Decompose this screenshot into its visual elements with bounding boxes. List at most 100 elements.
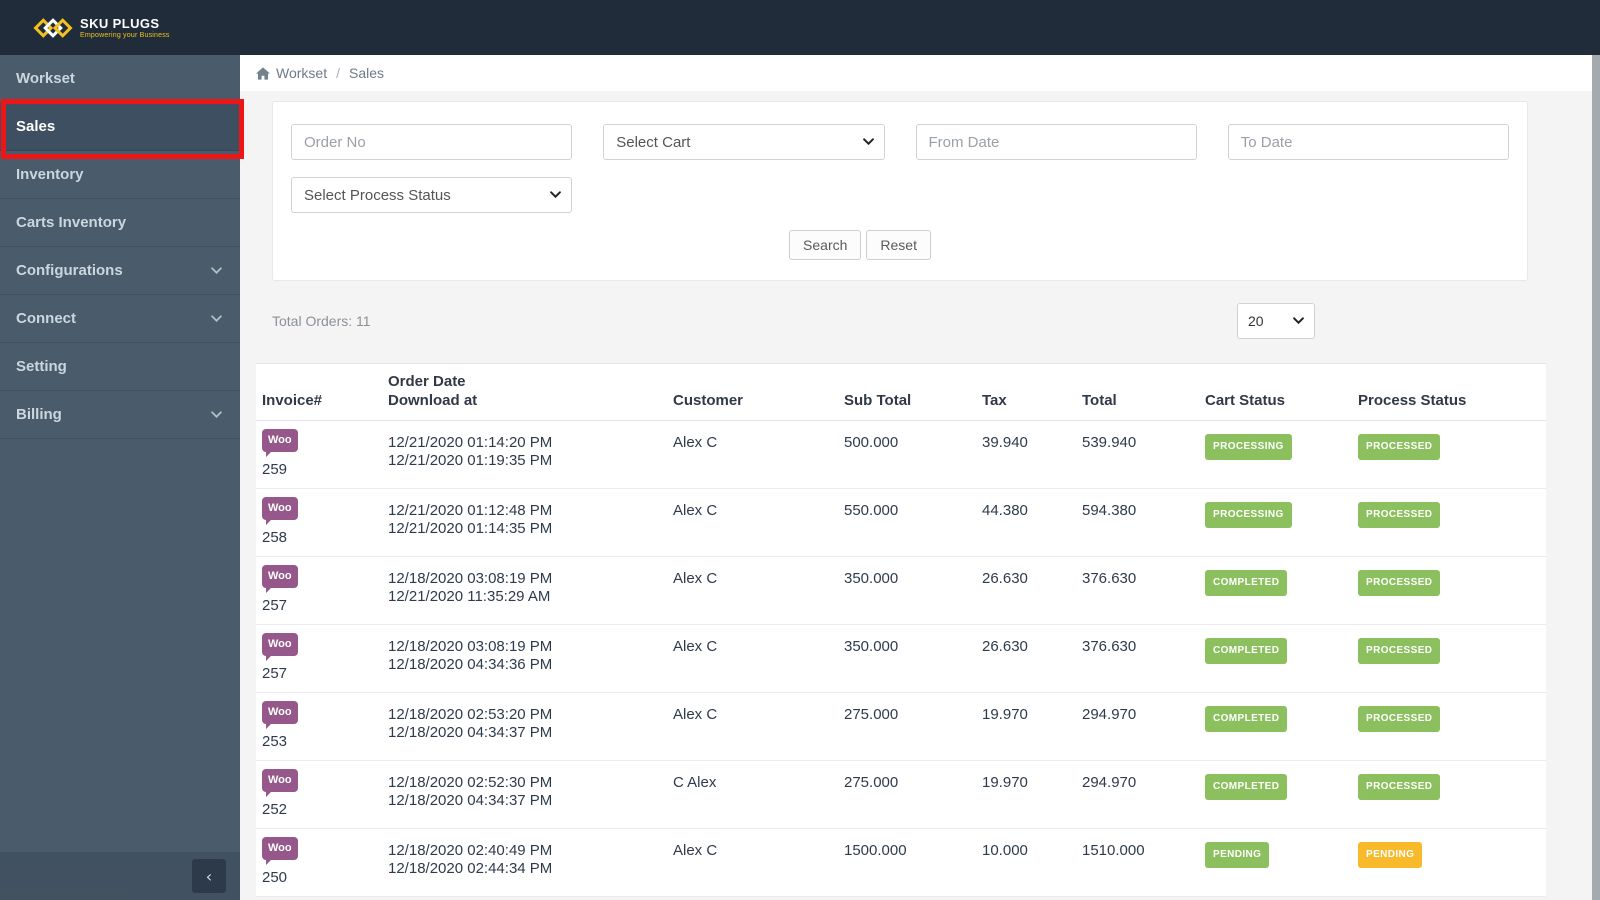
tax-value: 10.000 bbox=[982, 842, 1028, 859]
sub-total-value: 350.000 bbox=[844, 570, 899, 587]
sidebar-collapse-button[interactable]: ‹ bbox=[192, 859, 226, 893]
tax-value: 19.970 bbox=[982, 706, 1028, 723]
summary-row: Total Orders: 11 20 bbox=[272, 303, 1546, 339]
customer-name: Alex C bbox=[673, 502, 718, 519]
sidebar-item-workset[interactable]: Workset bbox=[0, 55, 240, 103]
sidebar-item-sales[interactable]: Sales bbox=[0, 103, 240, 151]
orders-table: Invoice# Order Date Download at Customer… bbox=[256, 363, 1546, 897]
page-size-select-wrap: 20 bbox=[1237, 303, 1315, 339]
from-date-input[interactable] bbox=[915, 124, 1197, 160]
invoice-number: 250 bbox=[262, 869, 288, 886]
process-status-badge: PROCESSED bbox=[1358, 706, 1441, 732]
header-process-status: Process Status bbox=[1358, 392, 1467, 409]
breadcrumb-separator: / bbox=[336, 65, 340, 81]
sub-total-value: 275.000 bbox=[844, 774, 899, 791]
cart-select[interactable]: Select Cart bbox=[603, 124, 885, 160]
header-cart-status: Cart Status bbox=[1205, 392, 1286, 409]
total-value: 539.940 bbox=[1082, 434, 1137, 451]
sidebar-item-label: Inventory bbox=[16, 166, 84, 183]
header-customer: Customer bbox=[673, 392, 744, 409]
chevron-down-icon bbox=[211, 315, 222, 322]
order-date: 12/18/2020 02:52:30 PM bbox=[388, 774, 553, 791]
table-row: Woo 252 12/18/2020 02:52:30 PM 12/18/202… bbox=[256, 761, 1546, 829]
table-row: Woo 250 12/18/2020 02:40:49 PM 12/18/202… bbox=[256, 829, 1546, 897]
download-date: 12/21/2020 11:35:29 AM bbox=[388, 588, 551, 605]
sub-total-value: 1500.000 bbox=[844, 842, 907, 859]
sidebar-item-label: Billing bbox=[16, 406, 62, 423]
total-value: 376.630 bbox=[1082, 638, 1137, 655]
total-value: 294.970 bbox=[1082, 706, 1137, 723]
cart-status-badge: PROCESSING bbox=[1205, 502, 1292, 528]
table-row: Woo 257 12/18/2020 03:08:19 PM 12/18/202… bbox=[256, 625, 1546, 693]
tax-value: 44.380 bbox=[982, 502, 1028, 519]
reset-button[interactable]: Reset bbox=[866, 230, 931, 260]
tax-value: 26.630 bbox=[982, 570, 1028, 587]
woocommerce-badge: Woo bbox=[262, 701, 298, 729]
process-status-select[interactable]: Select Process Status bbox=[291, 177, 573, 213]
cart-status-badge: COMPLETED bbox=[1205, 706, 1288, 732]
filter-panel: Select Cart Select Process Status Search bbox=[272, 101, 1528, 281]
search-button[interactable]: Search bbox=[789, 230, 862, 260]
tax-value: 26.630 bbox=[982, 638, 1028, 655]
invoice-number: 258 bbox=[262, 529, 288, 546]
order-date: 12/18/2020 02:53:20 PM bbox=[388, 706, 553, 723]
total-value: 376.630 bbox=[1082, 570, 1137, 587]
sidebar-item-label: Sales bbox=[16, 118, 56, 135]
table-row: Woo 257 12/18/2020 03:08:19 PM 12/21/202… bbox=[256, 557, 1546, 625]
sidebar-item-label: Carts Inventory bbox=[16, 214, 127, 231]
customer-name: Alex C bbox=[673, 842, 718, 859]
tax-value: 19.970 bbox=[982, 774, 1028, 791]
total-value: 594.380 bbox=[1082, 502, 1137, 519]
sidebar-nav: Workset Sales Inventory Carts Inventory … bbox=[0, 55, 240, 439]
page-size-select[interactable]: 20 bbox=[1237, 303, 1315, 339]
sidebar-item-carts-inventory[interactable]: Carts Inventory bbox=[0, 199, 240, 247]
header-sub-total: Sub Total bbox=[844, 392, 912, 409]
download-date: 12/21/2020 01:19:35 PM bbox=[388, 452, 553, 469]
cart-status-badge: PROCESSING bbox=[1205, 434, 1292, 460]
brand-logo[interactable]: SKU PLUGS Empowering your Business bbox=[33, 14, 170, 42]
breadcrumb-section[interactable]: Workset bbox=[276, 65, 327, 81]
sidebar: Workset Sales Inventory Carts Inventory … bbox=[0, 55, 240, 900]
sidebar-item-label: Configurations bbox=[16, 262, 123, 279]
sidebar-item-billing[interactable]: Billing bbox=[0, 391, 240, 439]
process-status-select-wrap: Select Process Status bbox=[291, 177, 573, 213]
header-tax: Tax bbox=[982, 392, 1007, 409]
breadcrumb: Workset / Sales bbox=[240, 55, 1600, 91]
sidebar-item-inventory[interactable]: Inventory bbox=[0, 151, 240, 199]
invoice-number: 253 bbox=[262, 733, 288, 750]
total-value: 294.970 bbox=[1082, 774, 1137, 791]
process-status-badge: PENDING bbox=[1358, 842, 1423, 868]
orders-table-header: Invoice# Order Date Download at Customer… bbox=[256, 364, 1546, 421]
order-date: 12/18/2020 02:40:49 PM bbox=[388, 842, 553, 859]
invoice-number: 252 bbox=[262, 801, 288, 818]
customer-name: Alex C bbox=[673, 706, 718, 723]
invoice-number: 257 bbox=[262, 597, 288, 614]
sidebar-item-setting[interactable]: Setting bbox=[0, 343, 240, 391]
sidebar-item-label: Workset bbox=[16, 70, 75, 87]
to-date-input[interactable] bbox=[1227, 124, 1509, 160]
sidebar-item-label: Setting bbox=[16, 358, 67, 375]
sidebar-item-connect[interactable]: Connect bbox=[0, 295, 240, 343]
order-no-input[interactable] bbox=[291, 124, 573, 160]
tax-value: 39.940 bbox=[982, 434, 1028, 451]
download-date: 12/18/2020 04:34:36 PM bbox=[388, 656, 553, 673]
total-value: 1510.000 bbox=[1082, 842, 1145, 859]
invoice-number: 257 bbox=[262, 665, 288, 682]
customer-name: C Alex bbox=[673, 774, 717, 791]
sidebar-footer: ‹ bbox=[0, 852, 240, 900]
woocommerce-badge: Woo bbox=[262, 497, 298, 525]
scrollbar-thumb[interactable] bbox=[1592, 55, 1600, 900]
sidebar-item-configurations[interactable]: Configurations bbox=[0, 247, 240, 295]
breadcrumb-current: Sales bbox=[348, 65, 385, 81]
diamonds-logo-icon bbox=[33, 17, 73, 38]
chevron-down-icon bbox=[211, 267, 222, 274]
download-date: 12/21/2020 01:14:35 PM bbox=[388, 520, 553, 537]
header-order-date: Order Date Download at bbox=[388, 373, 478, 409]
process-status-badge: PROCESSED bbox=[1358, 774, 1441, 800]
process-status-badge: PROCESSED bbox=[1358, 434, 1441, 460]
brand-tagline: Empowering your Business bbox=[80, 32, 170, 39]
woocommerce-badge: Woo bbox=[262, 633, 298, 661]
download-date: 12/18/2020 02:44:34 PM bbox=[388, 860, 553, 877]
woocommerce-badge: Woo bbox=[262, 565, 298, 593]
